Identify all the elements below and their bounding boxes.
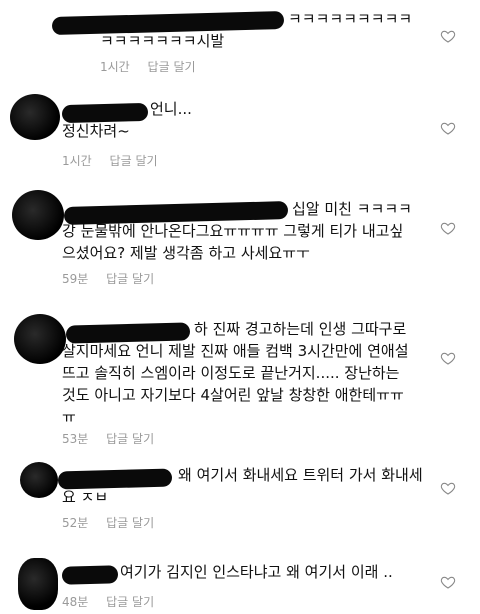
reply-button[interactable]: 답글 달기 (106, 516, 154, 530)
comment-meta: 48분 답글 달기 (62, 593, 168, 610)
comment-text-line: 것도 아니고 자기보다 4살어린 앞날 창창한 애한테ㅠㅠ (62, 386, 404, 404)
comment-text-line: 뜨고 솔직히 스엠이라 이정도로 끝난거지..... 장난하는 (62, 364, 400, 382)
comment-text-line: 요 ㅈㅂ (62, 488, 109, 506)
comment-text-line: 으셨어요? 제발 생각좀 하고 사세요ㅠㅜ (62, 244, 310, 262)
avatar (20, 462, 58, 498)
avatar (10, 94, 60, 140)
timestamp: 59분 (62, 272, 89, 286)
comment-meta: 59분 답글 달기 (62, 270, 168, 287)
avatar (18, 558, 58, 610)
reply-button[interactable]: 답글 달기 (106, 432, 154, 446)
comment-text-line: 살지마세요 언니 제발 진짜 애들 컴백 3시간만에 연애설 (62, 342, 409, 360)
timestamp: 1시간 (62, 154, 92, 168)
comment-meta: 53분 답글 달기 (62, 430, 168, 447)
reply-button[interactable]: 답글 달기 (110, 154, 158, 168)
comment-text-line: ㅋㅋㅋㅋㅋㅋㅋㅋㅋ (288, 10, 413, 28)
comment-meta: 52분 답글 달기 (62, 514, 168, 531)
comment-meta: 1시간 답글 달기 (62, 152, 172, 169)
heart-icon[interactable] (440, 480, 456, 496)
comment-6: 여기가 김지인 인스타냐고 왜 여기서 이래 .. 48분 답글 달기 (0, 556, 480, 614)
timestamp: 48분 (62, 595, 89, 609)
comment-text-line: 십알 미친 ㅋㅋㅋㅋ (292, 200, 412, 218)
comment-text-line: 강 눈물밖에 안나온다그요ㅠㅠㅠㅠ 그렇게 티가 내고싶 (62, 222, 404, 240)
comment-text-line: ㅠ (62, 408, 76, 426)
comment-text-line: 여기가 김지인 인스타냐고 왜 여기서 이래 .. (120, 563, 393, 581)
heart-icon[interactable] (440, 350, 456, 366)
comment-2: 언니... 정신차려~ 1시간 답글 달기 (0, 88, 480, 172)
comment-text-line: 하 진짜 경고하는데 인생 그따구로 (194, 320, 407, 338)
avatar (14, 314, 66, 364)
timestamp: 1시간 (100, 60, 130, 74)
comment-meta: 1시간 답글 달기 (100, 58, 210, 75)
comment-text-line: ㅋㅋㅋㅋㅋㅋㅋ시발 (100, 32, 225, 50)
comment-3: 십알 미친 ㅋㅋㅋㅋ 강 눈물밖에 안나온다그요ㅠㅠㅠㅠ 그렇게 티가 내고싶 … (0, 186, 480, 292)
comment-text-line: 언니... (150, 100, 192, 118)
timestamp: 52분 (62, 516, 89, 530)
comment-1: ㅋㅋㅋㅋㅋㅋㅋㅋㅋ ㅋㅋㅋㅋㅋㅋㅋ시발 1시간 답글 달기 (0, 0, 480, 80)
comment-text-line: 왜 여기서 화내세요 트위터 가서 화내세 (178, 466, 423, 484)
reply-button[interactable]: 답글 달기 (148, 60, 196, 74)
heart-icon[interactable] (440, 220, 456, 236)
comment-5: 왜 여기서 화내세요 트위터 가서 화내세 요 ㅈㅂ 52분 답글 달기 (0, 456, 480, 540)
heart-icon[interactable] (440, 28, 456, 44)
timestamp: 53분 (62, 432, 89, 446)
heart-icon[interactable] (440, 120, 456, 136)
heart-icon[interactable] (440, 574, 456, 590)
redacted-username (61, 565, 119, 585)
avatar (12, 190, 64, 240)
comment-4: 하 진짜 경고하는데 인생 그따구로 살지마세요 언니 제발 진짜 애들 컴백 … (0, 310, 480, 450)
reply-button[interactable]: 답글 달기 (106, 272, 154, 286)
comment-text-line: 정신차려~ (62, 122, 130, 140)
reply-button[interactable]: 답글 달기 (106, 595, 154, 609)
